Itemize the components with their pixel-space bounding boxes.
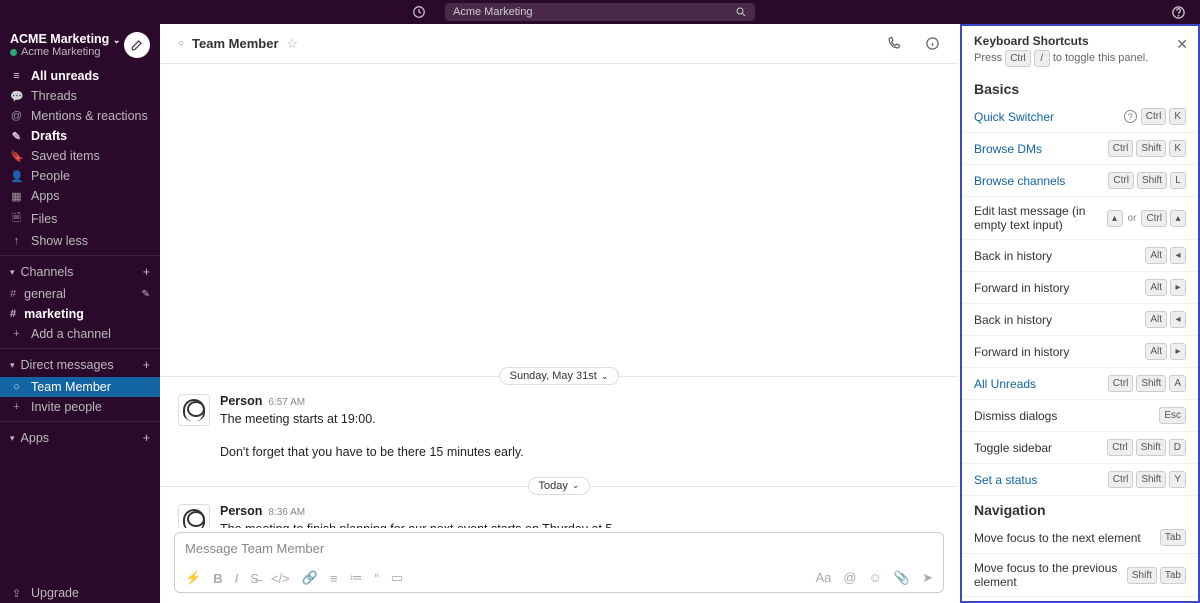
section-apps[interactable]: ▾Apps +	[0, 426, 160, 450]
shortcuts-subtitle: Press Ctrl / to toggle this panel.	[974, 50, 1186, 67]
shortcut-row: Quick Switcher? CtrlK	[962, 101, 1198, 133]
search-input[interactable]: Acme Marketing	[445, 3, 755, 21]
message-time: 8:36 AM	[268, 507, 305, 518]
info-icon[interactable]	[925, 36, 940, 51]
presence-icon: ○	[178, 38, 184, 49]
section-navigation: Navigation	[962, 496, 1198, 522]
message-text: Don't forget that you have to be there 1…	[220, 443, 524, 462]
main-pane: ○ Team Member ☆ Sunday, May 31st⌄ Person…	[160, 24, 960, 603]
quote-icon[interactable]: ”	[374, 571, 378, 586]
code-icon[interactable]: </>	[271, 571, 290, 586]
bold-icon[interactable]: B	[213, 571, 222, 586]
shortcut-row: Back in history Alt◂	[962, 240, 1198, 272]
nav-apps[interactable]: ▦Apps	[0, 186, 160, 206]
ul-icon[interactable]: ≔	[349, 570, 362, 586]
codeblock-icon[interactable]: ▭	[391, 570, 403, 586]
shortcuts-title: Keyboard Shortcuts	[974, 34, 1186, 48]
shortcut-row: Move focus through messages ▴or▾	[962, 597, 1198, 603]
shortcut-row: Dismiss dialogs Esc	[962, 400, 1198, 432]
add-dm-icon[interactable]: +	[143, 358, 150, 372]
compose-button[interactable]	[124, 32, 150, 58]
lightning-icon[interactable]: ⚡	[185, 570, 201, 586]
message-author[interactable]: Person	[220, 504, 262, 518]
message-input[interactable]: Message Team Member	[175, 533, 943, 564]
search-text: Acme Marketing	[453, 6, 532, 18]
channel-marketing[interactable]: #marketing	[0, 304, 160, 324]
workspace-subtitle: Acme Marketing	[10, 46, 124, 58]
message[interactable]: Person 8:36 AM The meeting to finish plan…	[160, 498, 958, 529]
workspace-name[interactable]: ACME Marketing ⌄	[10, 32, 124, 46]
section-channels[interactable]: ▾Channels +	[0, 260, 160, 284]
strike-icon[interactable]: S̶	[250, 571, 259, 586]
shortcut-row: Toggle sidebar CtrlShiftD	[962, 432, 1198, 464]
help-icon[interactable]	[1171, 5, 1186, 20]
add-channel[interactable]: +Add a channel	[0, 324, 160, 344]
shortcut-row: Back in history Alt◂	[962, 304, 1198, 336]
shortcut-row: Move focus to the previous element Shift…	[962, 554, 1198, 597]
invite-people[interactable]: +Invite people	[0, 397, 160, 417]
shortcut-row: All Unreads CtrlShiftA	[962, 368, 1198, 400]
nav-show-less[interactable]: ↑Show less	[0, 231, 160, 251]
keyboard-shortcuts-panel: ✕ Keyboard Shortcuts Press Ctrl / to tog…	[960, 24, 1200, 603]
sidebar: ACME Marketing ⌄ Acme Marketing ≡All unr…	[0, 24, 160, 603]
close-icon[interactable]: ✕	[1176, 36, 1188, 53]
italic-icon[interactable]: I	[235, 571, 239, 586]
emoji-icon[interactable]: ☺	[869, 570, 882, 586]
upgrade-button[interactable]: ⇪Upgrade	[0, 583, 160, 603]
channel-title[interactable]: Team Member	[192, 36, 278, 51]
nav-saved[interactable]: 🔖Saved items	[0, 146, 160, 166]
date-divider[interactable]: Today⌄	[528, 477, 591, 495]
send-icon[interactable]: ➤	[922, 570, 933, 586]
add-app-icon[interactable]: +	[143, 431, 150, 445]
shortcut-row: Browse channels CtrlShiftL	[962, 165, 1198, 197]
search-icon	[735, 6, 747, 18]
nav-mentions[interactable]: @Mentions & reactions	[0, 106, 160, 126]
section-dms[interactable]: ▾Direct messages +	[0, 353, 160, 377]
avatar[interactable]	[178, 504, 210, 529]
help-icon[interactable]: ?	[1124, 110, 1137, 123]
date-divider[interactable]: Sunday, May 31st⌄	[499, 367, 620, 385]
nav-files[interactable]: 🗎Files	[0, 206, 160, 231]
shortcut-row: Set a status CtrlShiftY	[962, 464, 1198, 496]
composer[interactable]: Message Team Member ⚡ B I S̶ </> 🔗 ≡ ≔ ”…	[174, 532, 944, 593]
call-icon[interactable]	[886, 36, 901, 51]
shortcut-row: Forward in history Alt▸	[962, 272, 1198, 304]
aa-icon[interactable]: Aa	[816, 570, 832, 586]
history-icon[interactable]	[412, 5, 426, 19]
star-icon[interactable]: ☆	[287, 36, 299, 52]
section-basics: Basics	[962, 75, 1198, 101]
shortcut-row: Browse DMs CtrlShiftK	[962, 133, 1198, 165]
message[interactable]: Person 6:57 AM The meeting starts at 19:0…	[160, 388, 958, 468]
shortcut-row: Forward in history Alt▸	[962, 336, 1198, 368]
message-author[interactable]: Person	[220, 394, 262, 408]
shortcut-row: Edit last message (in empty text input) …	[962, 197, 1198, 240]
message-text: The meeting to finish planning for our n…	[220, 520, 739, 529]
attach-icon[interactable]: 📎	[894, 570, 910, 586]
nav-threads[interactable]: 💬Threads	[0, 86, 160, 106]
shortcut-row: Move focus to the next element Tab	[962, 522, 1198, 554]
link-icon[interactable]: 🔗	[302, 570, 318, 586]
add-channel-icon[interactable]: +	[143, 265, 150, 279]
nav-drafts[interactable]: ✎Drafts	[0, 126, 160, 146]
message-text: The meeting starts at 19:00.	[220, 410, 524, 429]
channel-general[interactable]: #general✎	[0, 284, 160, 304]
dm-team-member[interactable]: ○Team Member	[0, 377, 160, 397]
message-time: 6:57 AM	[268, 397, 305, 408]
mention-icon[interactable]: @	[843, 570, 856, 586]
avatar[interactable]	[178, 394, 210, 426]
channel-settings-icon[interactable]: ✎	[142, 289, 150, 300]
nav-all-unreads[interactable]: ≡All unreads	[0, 66, 160, 86]
ol-icon[interactable]: ≡	[330, 571, 338, 586]
nav-people[interactable]: 👤People	[0, 166, 160, 186]
